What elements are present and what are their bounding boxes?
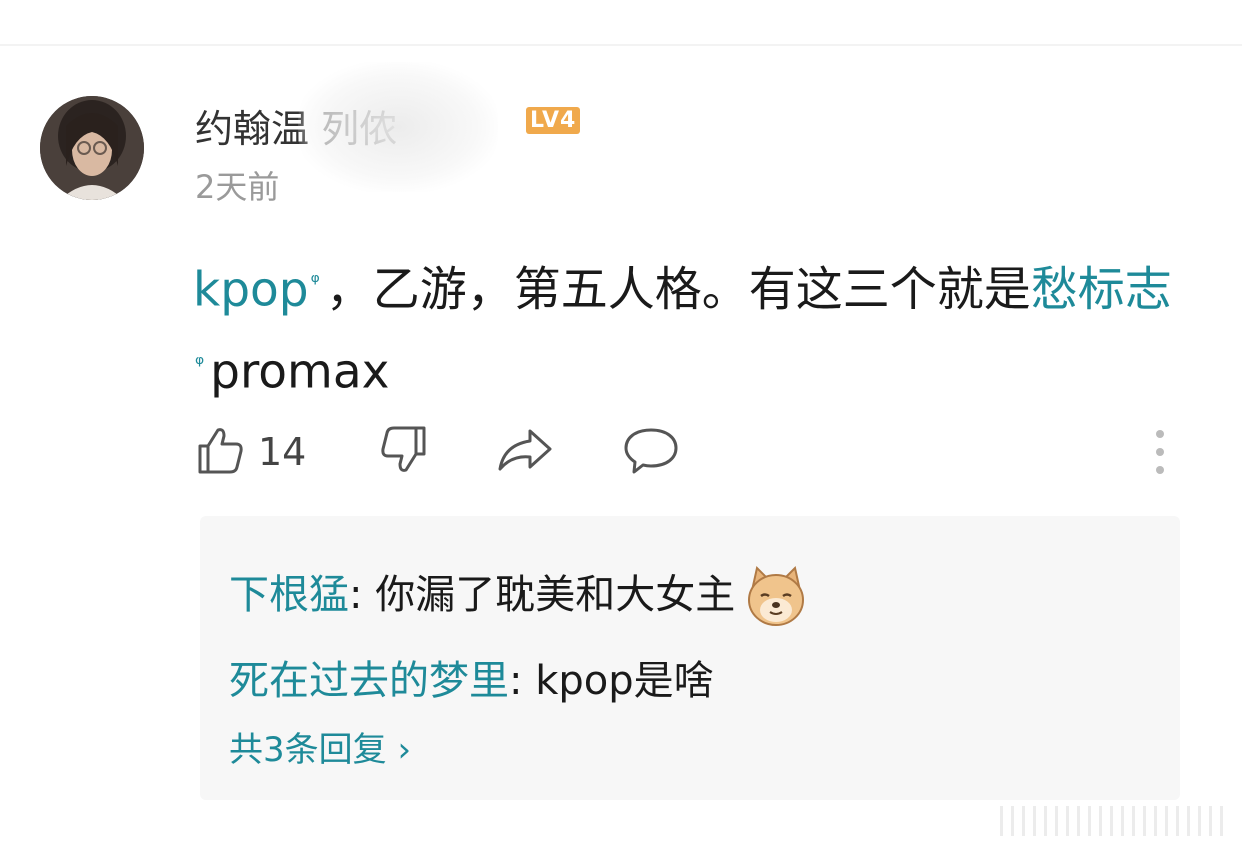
comment-link-kpop[interactable]: kpop <box>193 263 309 318</box>
reply-button[interactable] <box>622 424 680 480</box>
comment-link-tag[interactable]: 愁标志 <box>1031 263 1172 318</box>
search-icon: ᵠ <box>310 270 320 295</box>
user-avatar[interactable] <box>40 96 144 200</box>
reply-item[interactable]: 死在过去的梦里: kpop是啥 <box>229 648 714 706</box>
reply-author[interactable]: 下根猛 <box>229 572 349 618</box>
doge-emoji-icon <box>743 564 809 630</box>
like-button[interactable]: 14 <box>194 424 306 480</box>
dislike-button[interactable] <box>376 424 430 480</box>
reply-separator: : <box>509 658 536 704</box>
view-all-replies-link[interactable]: 共3条回复 › <box>229 722 411 771</box>
speech-bubble-icon <box>622 424 680 480</box>
like-count: 14 <box>258 430 307 474</box>
comment-text: ，乙游，第五人格。有这三个就是 <box>325 262 1031 318</box>
timestamp: 2天前 <box>195 168 280 206</box>
thumbs-down-icon <box>376 424 430 480</box>
share-arrow-icon <box>496 425 554 479</box>
share-button[interactable] <box>496 424 554 480</box>
reply-text: kpop是啥 <box>535 658 714 704</box>
reply-item[interactable]: 下根猛: 你漏了耽美和大女主 <box>229 562 809 630</box>
watermark <box>1000 806 1230 836</box>
reply-author[interactable]: 死在过去的梦里 <box>229 658 509 704</box>
replies-panel: 下根猛: 你漏了耽美和大女主 死在过去的梦里: kpop是啥 共3条回复 › <box>200 516 1180 800</box>
top-divider <box>0 44 1242 46</box>
thumbs-up-icon <box>194 424 246 480</box>
redaction-smudge <box>298 62 498 192</box>
reply-separator: : <box>349 572 376 618</box>
comment-text-suffix: promax <box>210 344 390 400</box>
comment-body: kpopᵠ ，乙游，第五人格。有这三个就是愁标志ᵠ promax <box>193 246 1193 409</box>
search-icon: ᵠ <box>195 351 205 377</box>
level-badge: LV4 <box>526 107 581 134</box>
more-options-icon[interactable] <box>1150 428 1170 476</box>
reply-text: 你漏了耽美和大女主 <box>375 572 736 618</box>
